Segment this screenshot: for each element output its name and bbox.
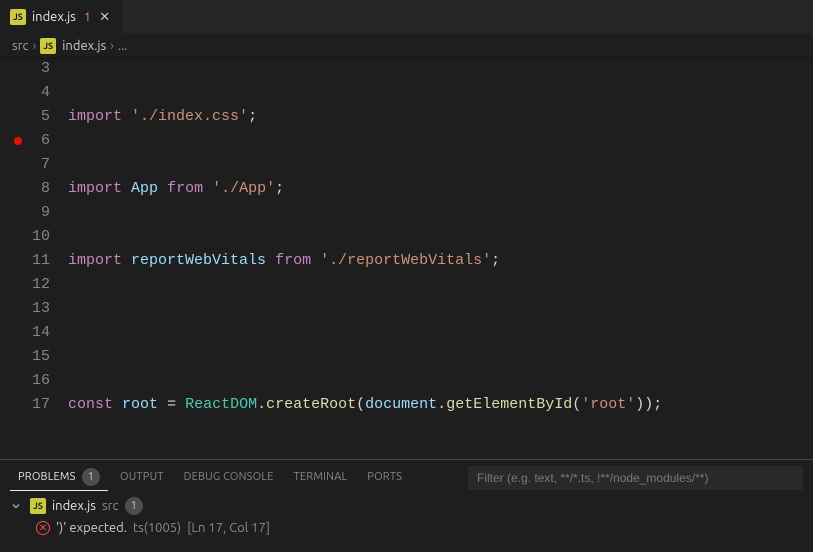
line-number: 9 [0, 201, 50, 225]
tab-debug-console[interactable]: Debug Console [176, 467, 282, 488]
editor-tab-index-js[interactable]: JS index.js 1 ✕ [0, 0, 124, 34]
line-number: 16 [0, 369, 50, 393]
error-location: [Ln 17, Col 17] [187, 521, 270, 535]
line-number: 12 [0, 273, 50, 297]
tab-output[interactable]: Output [112, 467, 172, 488]
line-number: 14 [0, 321, 50, 345]
breadcrumb: src › JS index.js › ... [0, 35, 813, 57]
tab-problems[interactable]: Problems 1 [10, 464, 108, 491]
line-number: 17 [0, 393, 50, 417]
line-number: 8 [0, 177, 50, 201]
line-number-gutter: 34567891011121314151617 [0, 57, 68, 459]
filter-input[interactable] [468, 466, 803, 490]
problems-file-path: src [102, 499, 119, 513]
chevron-right-icon: › [110, 39, 114, 53]
tab-label: Problems [18, 471, 76, 483]
tab-bar: JS index.js 1 ✕ [0, 0, 813, 35]
line-number: 6 [0, 129, 50, 153]
breakpoint-icon[interactable] [14, 137, 22, 145]
line-number: 4 [0, 81, 50, 105]
line-number: 15 [0, 345, 50, 369]
javascript-file-icon: JS [40, 38, 56, 54]
problems-list: JS index.js src 1 ✕ ')' expected. ts(100… [0, 495, 813, 552]
breadcrumb-label: index.js [62, 39, 106, 53]
tab-label: index.js [32, 10, 76, 24]
breadcrumb-segment-src[interactable]: src [12, 39, 29, 53]
problems-count-badge: 1 [82, 468, 100, 486]
error-message: ')' expected. [56, 521, 127, 535]
breadcrumb-segment-more[interactable]: ... [118, 39, 128, 53]
line-number: 7 [0, 153, 50, 177]
file-error-count-badge: 1 [125, 497, 143, 515]
javascript-file-icon: JS [10, 9, 26, 25]
problems-error-row[interactable]: ✕ ')' expected. ts(1005) [Ln 17, Col 17] [8, 517, 805, 539]
line-number: 11 [0, 249, 50, 273]
line-number: 13 [0, 297, 50, 321]
line-number: 10 [0, 225, 50, 249]
tab-ports[interactable]: Ports [359, 467, 410, 488]
problems-panel: Problems 1 Output Debug Console Terminal… [0, 459, 813, 552]
tab-terminal[interactable]: Terminal [286, 467, 356, 488]
line-number: 5 [0, 105, 50, 129]
code-editor[interactable]: 34567891011121314151617 import './index.… [0, 57, 813, 459]
problems-file-row[interactable]: JS index.js src 1 [8, 495, 805, 517]
error-icon: ✕ [36, 521, 50, 535]
chevron-down-icon[interactable] [8, 498, 24, 514]
tab-error-indicator: 1 [84, 11, 91, 24]
breadcrumb-segment-file[interactable]: JS index.js [40, 38, 106, 54]
close-icon[interactable]: ✕ [97, 9, 113, 25]
problems-filter [468, 466, 803, 490]
javascript-file-icon: JS [30, 498, 46, 514]
line-number: 3 [0, 57, 50, 81]
error-code: ts(1005) [133, 521, 181, 535]
panel-tab-bar: Problems 1 Output Debug Console Terminal… [0, 460, 813, 495]
chevron-right-icon: › [33, 39, 37, 53]
problems-file-name: index.js [52, 499, 96, 513]
code-content[interactable]: import './index.css'; import App from '.… [68, 57, 813, 459]
